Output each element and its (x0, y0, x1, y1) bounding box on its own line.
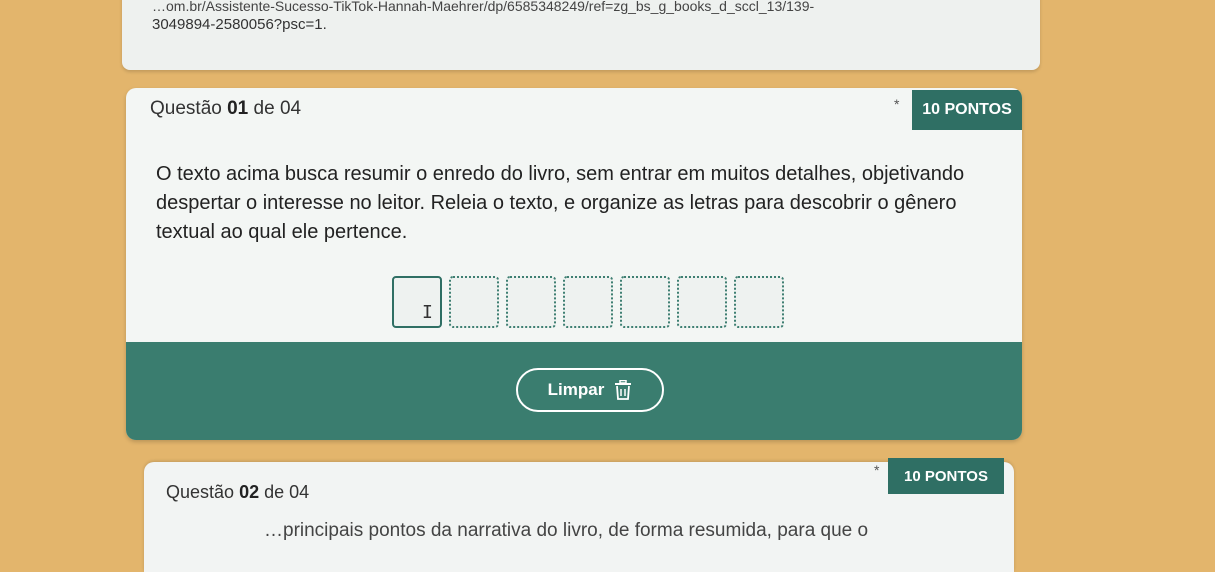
question-card-2: Questão 02 de 04 * 10 PONTOS …principais… (144, 458, 1014, 572)
question-text: …principais pontos da narrativa do livro… (264, 520, 869, 541)
letter-slot[interactable] (620, 276, 670, 328)
letter-slot[interactable]: I (392, 276, 442, 328)
question-total: de 04 (253, 98, 302, 119)
url-text-line1: …om.br/Assistente-Sucesso-TikTok-Hannah-… (152, 0, 815, 14)
letter-slot[interactable] (734, 276, 784, 328)
question-text: O texto acima busca resumir o enredo do … (156, 163, 965, 243)
letter-slot[interactable] (506, 276, 556, 328)
letter-slot[interactable] (449, 276, 499, 328)
question-total: de 04 (264, 482, 310, 502)
required-mark: * (874, 462, 880, 478)
letter-slots: I (392, 276, 784, 328)
question-footer: Limpar (126, 342, 1022, 440)
letter-slot[interactable] (563, 276, 613, 328)
question-label: Questão (166, 482, 235, 502)
url-bar[interactable]: …om.br/Assistente-Sucesso-TikTok-Hannah-… (122, 0, 1040, 70)
question-header: Questão 02 de 04 (166, 482, 309, 503)
question-label: Questão (150, 98, 222, 119)
text-cursor-icon: I (422, 302, 433, 323)
question-number: 02 (239, 482, 260, 502)
points-badge: 10 PONTOS (912, 90, 1022, 130)
points-badge: 10 PONTOS (888, 458, 1004, 494)
clear-button-label: Limpar (547, 380, 605, 399)
trash-icon (615, 380, 632, 400)
letter-slot[interactable] (677, 276, 727, 328)
url-text-line2: 3049894-2580056?psc=1. (152, 16, 327, 33)
question-number: 01 (227, 98, 249, 119)
question-card-1: Questão 01 de 04 * 10 PONTOS O texto aci… (126, 88, 1022, 440)
clear-button[interactable]: Limpar (516, 368, 664, 412)
required-mark: * (894, 96, 900, 112)
question-header: Questão 01 de 04 (150, 98, 301, 120)
